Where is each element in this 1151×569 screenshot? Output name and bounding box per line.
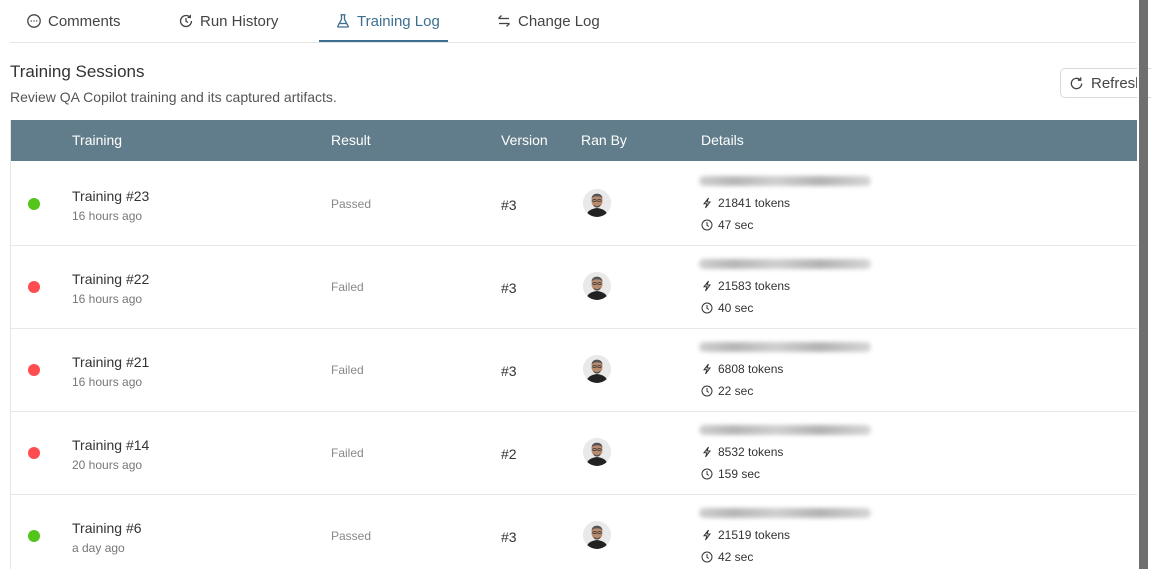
avatar[interactable] — [583, 521, 611, 549]
duration: 22 sec — [701, 384, 753, 398]
duration-label: 159 sec — [718, 467, 761, 481]
status-dot-failed — [28, 281, 40, 293]
tab-label: Change Log — [518, 12, 600, 30]
redacted-description — [699, 259, 871, 269]
duration-label: 40 sec — [718, 301, 754, 315]
status-dot-passed — [28, 198, 40, 210]
training-result: Failed — [331, 363, 364, 377]
training-time: a day ago — [72, 541, 125, 555]
training-table: Training Result Version Ran By Details T… — [10, 120, 1138, 569]
tab-training-log[interactable]: Training Log — [335, 0, 440, 42]
arrows-swap-icon — [496, 13, 512, 29]
token-count-label: 21841 tokens — [718, 196, 791, 210]
tab-change-log[interactable]: Change Log — [496, 0, 600, 42]
lightning-icon — [702, 280, 711, 292]
page-title: Training Sessions — [10, 62, 145, 81]
redacted-description — [699, 425, 871, 435]
redacted-description — [699, 176, 871, 186]
training-name: Training #21 — [72, 354, 150, 370]
table-row[interactable]: Training #14 20 hours ago Failed #2 8532… — [11, 411, 1137, 495]
lightning-icon — [702, 529, 711, 541]
training-result: Passed — [331, 529, 372, 543]
training-name: Training #6 — [72, 520, 142, 536]
training-result: Failed — [331, 446, 364, 460]
avatar[interactable] — [583, 189, 611, 217]
avatar[interactable] — [583, 272, 611, 300]
lightning-icon — [702, 197, 711, 209]
token-count-label: 21519 tokens — [718, 528, 791, 542]
status-dot-passed — [28, 530, 40, 542]
duration-label: 42 sec — [718, 550, 754, 564]
token-count: 21583 tokens — [701, 279, 790, 293]
clock-icon — [701, 302, 713, 314]
active-tab-indicator — [319, 40, 448, 42]
clock-icon — [701, 219, 713, 231]
tab-label: Run History — [200, 12, 279, 30]
training-time: 16 hours ago — [72, 375, 143, 389]
training-time: 16 hours ago — [72, 292, 143, 306]
status-dot-failed — [28, 364, 40, 376]
column-header-version: Version — [501, 132, 548, 148]
duration: 47 sec — [701, 218, 753, 232]
flask-icon — [335, 13, 351, 29]
comment-icon — [26, 13, 42, 29]
token-count: 21519 tokens — [701, 528, 790, 542]
tab-label: Training Log — [357, 12, 440, 30]
duration-label: 47 sec — [718, 218, 754, 232]
training-version: #2 — [501, 446, 517, 462]
lightning-icon — [702, 363, 711, 375]
token-count: 21841 tokens — [701, 196, 790, 210]
refresh-label: Refresh — [1091, 74, 1144, 92]
clock-icon — [701, 385, 713, 397]
token-count: 6808 tokens — [701, 362, 783, 376]
duration: 42 sec — [701, 550, 753, 564]
refresh-icon — [1070, 76, 1083, 89]
training-name: Training #23 — [72, 188, 150, 204]
status-dot-failed — [28, 447, 40, 459]
redacted-description — [699, 342, 871, 352]
training-result: Passed — [331, 197, 372, 211]
avatar[interactable] — [583, 438, 611, 466]
training-time: 20 hours ago — [72, 458, 143, 472]
training-version: #3 — [501, 197, 517, 213]
table-row[interactable]: Training #23 16 hours ago Passed #3 2184… — [11, 162, 1137, 246]
column-header-training: Training — [72, 132, 123, 148]
token-count-label: 21583 tokens — [718, 279, 791, 293]
page-subtitle: Review QA Copilot training and its captu… — [10, 89, 337, 105]
table-header: Training Result Version Ran By Details — [11, 120, 1137, 161]
clock-icon — [701, 551, 713, 563]
column-header-ran-by: Ran By — [581, 132, 627, 148]
column-header-result: Result — [331, 132, 371, 148]
table-row[interactable]: Training #21 16 hours ago Failed #3 6808… — [11, 328, 1137, 412]
training-time: 16 hours ago — [72, 209, 143, 223]
duration: 159 sec — [701, 467, 760, 481]
training-name: Training #22 — [72, 271, 150, 287]
training-name: Training #14 — [72, 437, 150, 453]
token-count-label: 6808 tokens — [718, 362, 784, 376]
training-version: #3 — [501, 280, 517, 296]
duration-label: 22 sec — [718, 384, 754, 398]
column-header-details: Details — [701, 132, 744, 148]
training-version: #3 — [501, 363, 517, 379]
token-count-label: 8532 tokens — [718, 445, 784, 459]
clock-icon — [701, 468, 713, 480]
tab-comments[interactable]: Comments — [26, 0, 121, 42]
training-log-page: Comments Run History Training Log Change… — [0, 0, 1151, 569]
duration: 40 sec — [701, 301, 753, 315]
scrollbar[interactable] — [1139, 0, 1148, 569]
training-version: #3 — [501, 529, 517, 545]
tab-run-history[interactable]: Run History — [178, 0, 278, 42]
tab-label: Comments — [48, 12, 121, 30]
table-row[interactable]: Training #6 a day ago Passed #3 21519 to… — [11, 494, 1137, 569]
history-icon — [178, 13, 194, 29]
avatar[interactable] — [583, 355, 611, 383]
lightning-icon — [702, 446, 711, 458]
table-row[interactable]: Training #22 16 hours ago Failed #3 2158… — [11, 245, 1137, 329]
tab-bar: Comments Run History Training Log Change… — [10, 0, 1136, 43]
token-count: 8532 tokens — [701, 445, 783, 459]
training-result: Failed — [331, 280, 364, 294]
redacted-description — [699, 508, 871, 518]
